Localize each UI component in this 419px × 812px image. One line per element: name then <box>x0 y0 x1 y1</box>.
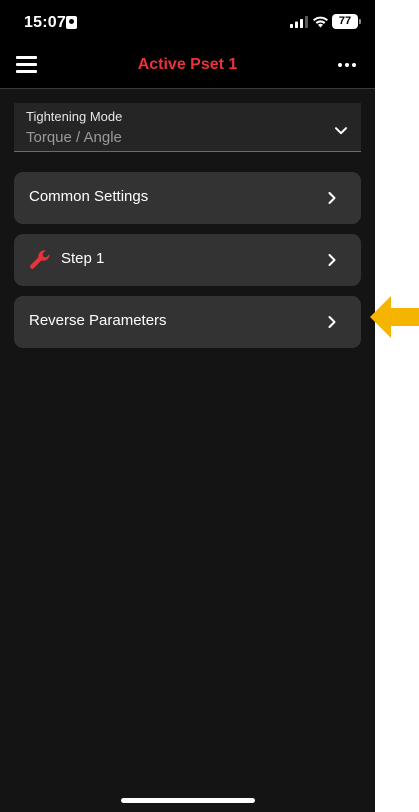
chevron-right-icon <box>328 254 336 266</box>
top-nav-bar: Active Pset 1 <box>0 44 375 89</box>
chevron-right-icon <box>328 316 336 328</box>
chevron-down-icon <box>335 127 347 135</box>
arrow-left-icon <box>370 296 419 338</box>
step-1-row[interactable]: Step 1 <box>14 234 361 286</box>
status-bar: 15:07 77 <box>0 0 375 44</box>
status-time: 15:07 <box>24 14 66 31</box>
chevron-right-icon <box>328 192 336 204</box>
tightening-mode-select[interactable]: Tightening Mode Torque / Angle <box>14 103 361 152</box>
wrench-icon <box>30 250 50 269</box>
reverse-parameters-row[interactable]: Reverse Parameters <box>14 296 361 348</box>
row-label: Step 1 <box>61 250 105 267</box>
wifi-icon <box>313 16 328 28</box>
more-options-icon[interactable] <box>338 60 358 70</box>
home-indicator <box>121 798 255 803</box>
battery-icon: 77 <box>332 14 361 29</box>
tightening-mode-label: Tightening Mode <box>26 109 123 124</box>
common-settings-row[interactable]: Common Settings <box>14 172 361 224</box>
row-label: Common Settings <box>29 188 149 205</box>
page-title: Active Pset 1 <box>137 56 238 73</box>
hamburger-menu-icon[interactable] <box>16 56 37 74</box>
row-label: Reverse Parameters <box>29 312 167 329</box>
app-screen: 15:07 77 Active Pset 1 Tightening Mode T… <box>0 0 375 812</box>
cellular-signal-icon <box>290 16 308 28</box>
tightening-mode-value: Torque / Angle <box>26 129 122 146</box>
contact-card-icon <box>66 16 77 29</box>
